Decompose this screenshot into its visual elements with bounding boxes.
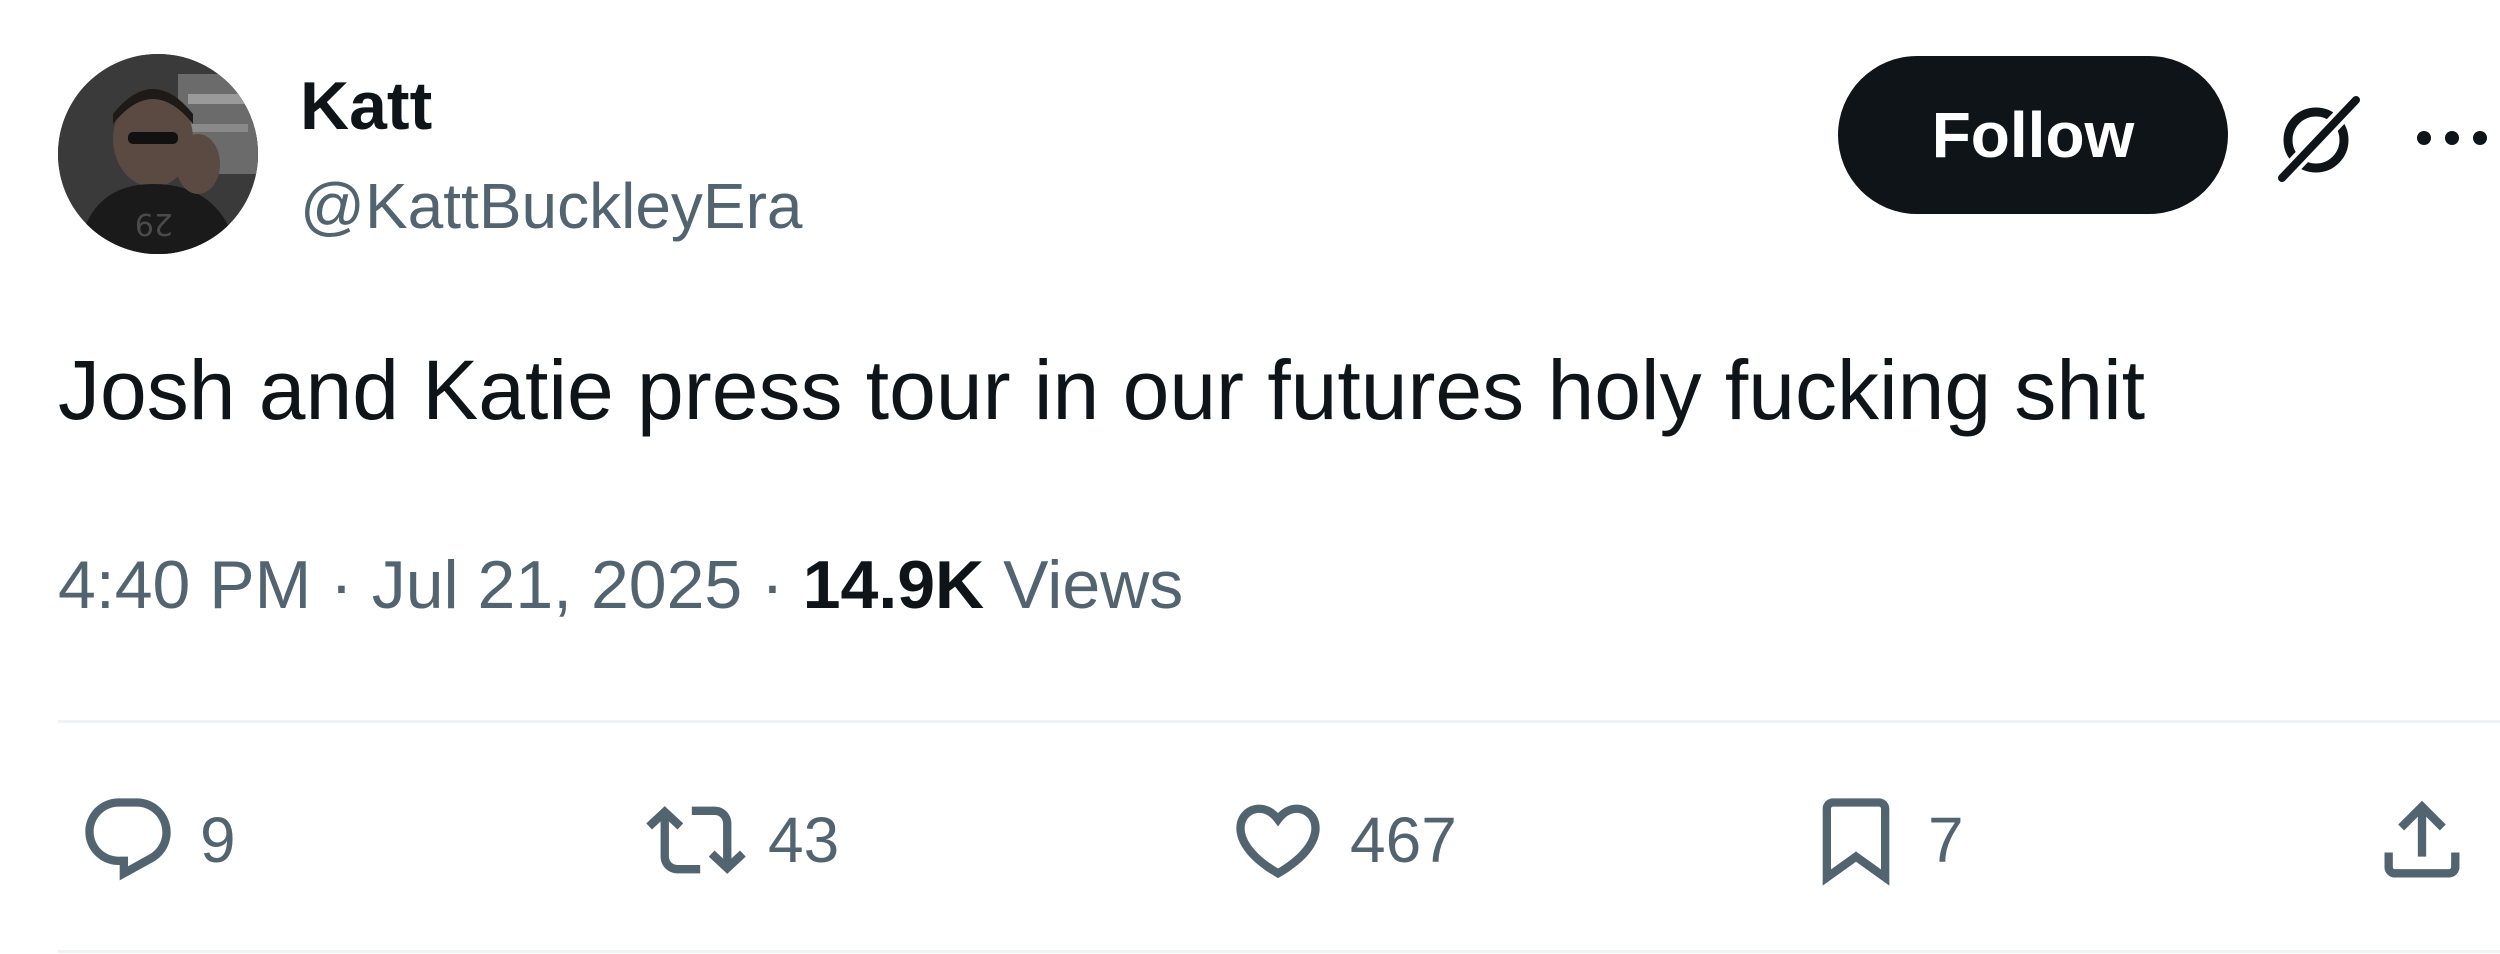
views-count[interactable]: 14.9K [803,547,984,623]
grok-icon[interactable] [2268,88,2368,188]
bookmark-icon [1822,798,1890,886]
divider [58,720,2500,723]
like-button[interactable]: 467 [1228,790,1457,890]
reply-button[interactable]: 9 [78,790,236,890]
bookmark-count: 7 [1928,804,1964,876]
tweet-time[interactable]: 4:40 PM [58,547,311,623]
views-label: Views [1003,547,1184,623]
like-count: 467 [1350,804,1457,876]
avatar-image: 29 [58,54,258,254]
share-button[interactable] [2372,790,2472,890]
divider [58,950,2500,953]
follow-button[interactable]: Follow [1838,56,2228,214]
bookmark-button[interactable]: 7 [1806,790,1964,890]
meta-separator: · [330,547,353,623]
tweet-meta: 4:40 PM · Jul 21, 2025 · 14.9K Views [58,540,1183,630]
meta-separator: · [761,547,784,623]
author-handle[interactable]: @KattBuckleyEra [300,166,803,246]
more-icon[interactable] [2412,108,2492,168]
share-icon [2384,800,2460,878]
svg-text:29: 29 [135,206,173,241]
retweet-button[interactable]: 43 [646,790,839,890]
retweet-count: 43 [768,804,840,876]
avatar[interactable]: 29 [58,54,258,254]
reply-count: 9 [200,804,236,876]
author-display-name[interactable]: Katt [300,66,432,146]
heart-icon [1236,804,1320,879]
tweet-text: Josh and Katie press tour in our futures… [58,343,2146,437]
reply-icon [85,798,171,881]
tweet-date[interactable]: Jul 21, 2025 [372,547,743,623]
retweet-icon [646,806,746,874]
tweet: 29 Katt @KattBuckleyEra Follow Josh and … [0,0,2500,954]
